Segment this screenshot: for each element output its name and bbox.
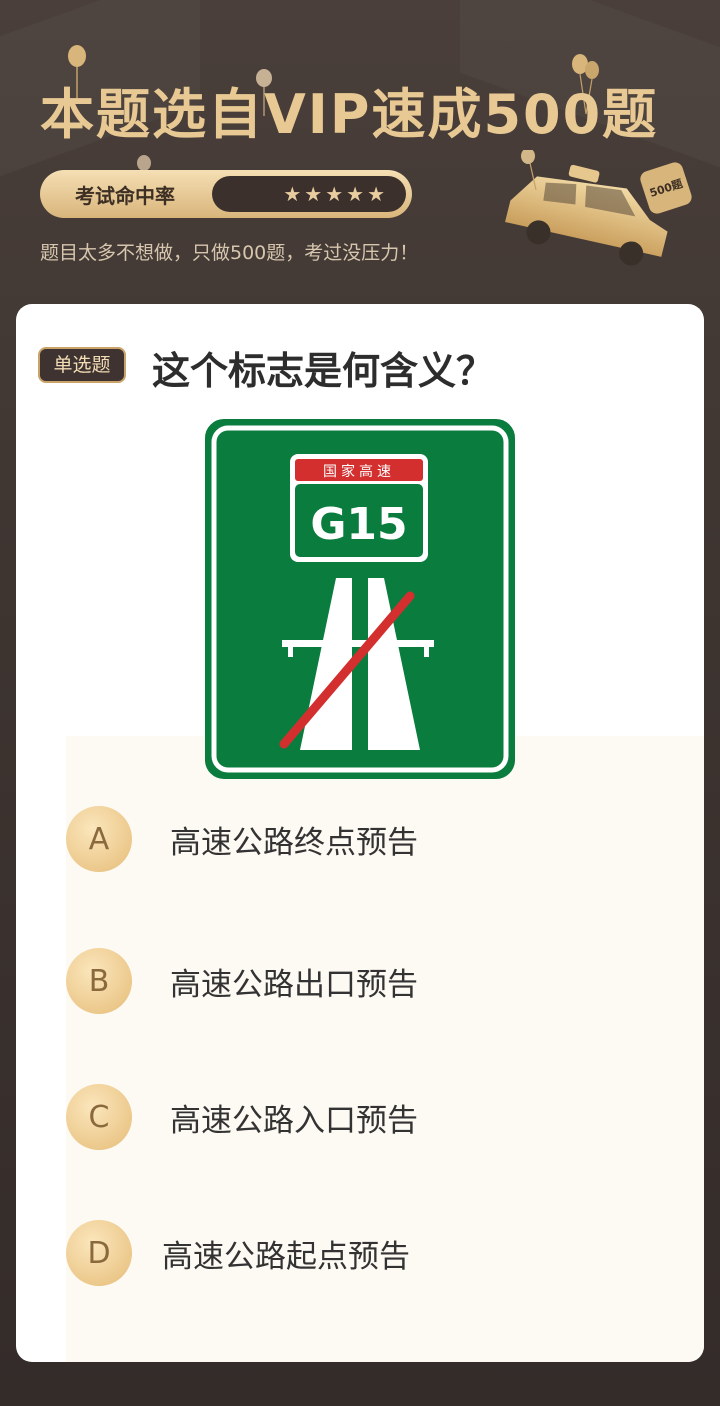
option-b-letter: B [66, 948, 132, 1014]
question-type-badge: 单选题 [38, 347, 126, 383]
option-a-text: 高速公路终点预告 [170, 824, 418, 861]
expressway-sign-image: 国家高速 G15 [205, 419, 515, 779]
question-card: 单选题 这个标志是何含义？ 国家高速 G15 A 高速公路终点预告 B 高速公路… [16, 304, 704, 1362]
sign-route-number: G15 [310, 499, 407, 550]
option-c-letter: C [66, 1084, 132, 1150]
promo-subline: 题目太多不想做，只做500题，考过没压力！ [40, 242, 419, 264]
option-a[interactable]: A 高速公路终点预告 [66, 804, 526, 874]
option-c[interactable]: C 高速公路入口预告 [66, 1082, 526, 1152]
option-d-letter: D [66, 1220, 132, 1286]
sign-top-label: 国家高速 [323, 463, 395, 480]
promo-header: 本题选自VIP速成500题 考试命中率 ★★★★★ 题目太多不想做，只做500题… [0, 0, 720, 300]
option-b[interactable]: B 高速公路出口预告 [66, 946, 526, 1016]
option-d-text: 高速公路起点预告 [162, 1238, 410, 1275]
headline: 本题选自VIP速成500题 [40, 83, 659, 146]
option-b-text: 高速公路出口预告 [170, 966, 418, 1003]
option-c-text: 高速公路入口预告 [170, 1102, 418, 1139]
question-text: 这个标志是何含义？ [152, 349, 495, 393]
hit-rate-bar: 考试命中率 ★★★★★ [40, 170, 412, 218]
star-rating: ★★★★★ [212, 176, 406, 212]
500-badge-label: 500题 [647, 177, 685, 200]
option-d[interactable]: D 高速公路起点预告 [66, 1218, 526, 1288]
hit-rate-label: 考试命中率 [75, 183, 175, 208]
option-a-letter: A [66, 806, 132, 872]
